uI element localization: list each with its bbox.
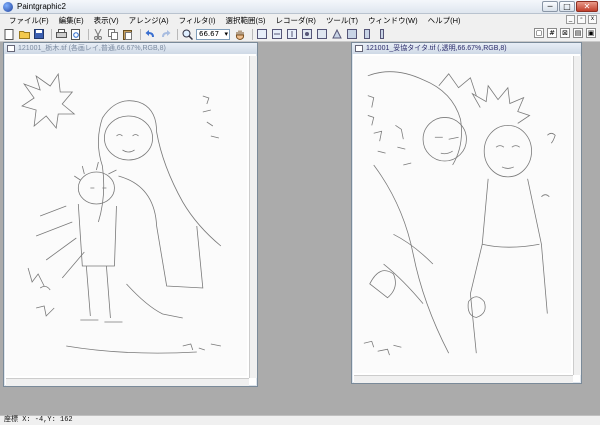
paste-icon[interactable]: [122, 28, 134, 40]
layer-tool-icon[interactable]: [331, 28, 343, 40]
layer-tool-icon[interactable]: [346, 28, 358, 40]
layer-tool-icon[interactable]: [316, 28, 328, 40]
horizontal-scrollbar[interactable]: [354, 375, 573, 383]
menu-arrange[interactable]: アレンジ(A): [124, 15, 174, 26]
document-title-text: 121001_栃木.tif (各画レイ,普通,66.67%,RGB,8): [18, 45, 166, 52]
toolbar: 66.67 ▢ # ⊠ ▤ ▣: [0, 27, 600, 42]
hand-icon[interactable]: [234, 28, 246, 40]
menu-filter[interactable]: フィルタ(I): [174, 15, 221, 26]
document-icon: [355, 45, 363, 52]
mdi-close-icon[interactable]: x: [588, 15, 597, 24]
zoom-icon[interactable]: [181, 28, 193, 40]
arrange-icon[interactable]: ⊠: [560, 28, 570, 38]
app-title: Paintgraphic2: [17, 2, 66, 11]
toolbar-separator: [252, 28, 253, 40]
undo-icon[interactable]: [144, 28, 156, 40]
workspace: 121001_栃木.tif (各画レイ,普通,66.67%,RGB,8) 121…: [0, 42, 600, 415]
menu-tools[interactable]: ツール(T): [321, 15, 363, 26]
vertical-scrollbar[interactable]: [573, 56, 581, 375]
document-title[interactable]: 121001_妥協タイタ.tif (,透明,66.67%,RGB,8): [352, 43, 581, 54]
vertical-scrollbar[interactable]: [249, 56, 257, 378]
close-button[interactable]: ✕: [576, 1, 598, 12]
window-controls: ─ □ ✕: [542, 1, 598, 12]
layer-tool-icon[interactable]: [286, 28, 298, 40]
horizontal-scrollbar[interactable]: [6, 378, 249, 386]
zoom-select[interactable]: 66.67: [196, 28, 230, 40]
menu-help[interactable]: ヘルプ(H): [423, 15, 466, 26]
document-icon: [7, 45, 15, 52]
new-icon[interactable]: [3, 28, 15, 40]
print-preview-icon[interactable]: [70, 28, 82, 40]
toolbar-separator: [88, 28, 89, 40]
document-title[interactable]: 121001_栃木.tif (各画レイ,普通,66.67%,RGB,8): [4, 43, 257, 54]
menu-recorder[interactable]: レコーダ(R): [271, 15, 321, 26]
app-icon: [3, 1, 13, 12]
window-tile-icon[interactable]: ▢: [534, 28, 544, 38]
layer-tool-icon[interactable]: [271, 28, 283, 40]
sketch-canvas[interactable]: [6, 56, 247, 376]
ruler-icon[interactable]: ▤: [573, 28, 583, 38]
toolbar-right-group: ▢ # ⊠ ▤ ▣: [534, 28, 596, 38]
menu-window[interactable]: ウィンドウ(W): [363, 15, 423, 26]
maximize-button[interactable]: □: [559, 1, 575, 12]
copy-icon[interactable]: [107, 28, 119, 40]
canvas-area[interactable]: [354, 56, 571, 373]
layer-tool-icon[interactable]: [301, 28, 313, 40]
menu-edit[interactable]: 編集(E): [54, 15, 89, 26]
open-icon[interactable]: [18, 28, 30, 40]
toolbar-separator: [177, 28, 178, 40]
title-bar: Paintgraphic2 ─ □ ✕: [0, 0, 600, 14]
menu-view[interactable]: 表示(V): [89, 15, 124, 26]
menu-selection[interactable]: 選択範囲(S): [221, 15, 271, 26]
mdi-controls: _ ▫ x: [566, 15, 597, 24]
minimize-button[interactable]: ─: [542, 1, 558, 12]
menu-file[interactable]: ファイル(F): [4, 15, 54, 26]
document-window-left[interactable]: 121001_栃木.tif (各画レイ,普通,66.67%,RGB,8): [3, 42, 258, 387]
cut-icon[interactable]: [92, 28, 104, 40]
layer-tool-icon[interactable]: [361, 28, 373, 40]
sketch-canvas[interactable]: [354, 56, 571, 373]
canvas-area[interactable]: [6, 56, 247, 376]
document-title-text: 121001_妥協タイタ.tif (,透明,66.67%,RGB,8): [366, 45, 507, 52]
mdi-restore-icon[interactable]: ▫: [577, 15, 586, 24]
grid-icon[interactable]: #: [547, 28, 557, 38]
mdi-minimize-icon[interactable]: _: [566, 15, 575, 24]
panel-icon[interactable]: ▣: [586, 28, 596, 38]
print-icon[interactable]: [55, 28, 67, 40]
layer-tool-icon[interactable]: [376, 28, 388, 40]
status-bar: 座標 X: -4,Y: 162: [0, 415, 600, 425]
document-window-right[interactable]: 121001_妥協タイタ.tif (,透明,66.67%,RGB,8): [351, 42, 582, 384]
layer-tool-icon[interactable]: [256, 28, 268, 40]
save-icon[interactable]: [33, 28, 45, 40]
menu-bar: ファイル(F) 編集(E) 表示(V) アレンジ(A) フィルタ(I) 選択範囲…: [0, 14, 600, 27]
redo-icon[interactable]: [159, 28, 171, 40]
toolbar-separator: [140, 28, 141, 40]
toolbar-separator: [51, 28, 52, 40]
